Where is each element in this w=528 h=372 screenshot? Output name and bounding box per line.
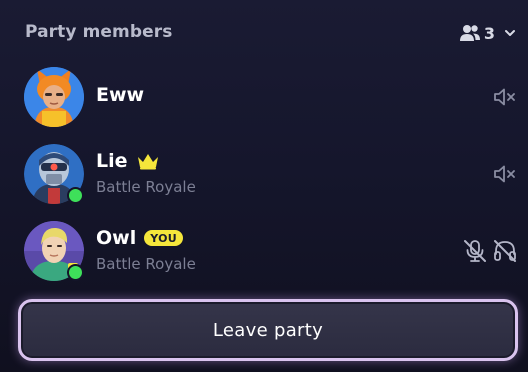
party-title: Party members bbox=[25, 22, 173, 42]
member-actions bbox=[462, 239, 518, 263]
member-name-row: Owl YOU bbox=[96, 227, 183, 249]
speaker-muted-icon[interactable] bbox=[492, 162, 518, 186]
leave-party-button[interactable]: Leave party bbox=[18, 299, 518, 361]
member-actions bbox=[492, 85, 518, 109]
speaker-muted-icon[interactable] bbox=[492, 85, 518, 109]
member-name: Eww bbox=[96, 84, 145, 106]
party-member-row[interactable]: Eww bbox=[24, 67, 520, 129]
chevron-down-icon bbox=[505, 30, 515, 36]
party-member-row[interactable]: Lie Battle Royale bbox=[24, 144, 520, 206]
headphones-off-icon[interactable] bbox=[492, 239, 518, 263]
member-game-mode: Battle Royale bbox=[96, 255, 196, 273]
online-status-dot bbox=[67, 264, 84, 281]
member-game-mode: Battle Royale bbox=[96, 178, 196, 196]
crown-icon bbox=[137, 154, 158, 170]
avatar-image bbox=[24, 67, 84, 127]
party-header: Party members 3 bbox=[25, 20, 515, 46]
member-name: Lie bbox=[96, 150, 128, 172]
party-member-row[interactable]: Owl YOU Battle Royale bbox=[24, 221, 520, 283]
online-status-dot bbox=[67, 187, 84, 204]
member-name: Owl bbox=[96, 227, 137, 249]
avatar bbox=[24, 67, 84, 127]
party-members-panel: Party members 3 Eww Lie Battle Royale Ow… bbox=[0, 0, 528, 372]
people-icon bbox=[459, 25, 480, 41]
member-name-row: Eww bbox=[96, 84, 144, 106]
member-count-dropdown[interactable]: 3 bbox=[459, 20, 515, 46]
you-badge: YOU bbox=[144, 230, 183, 246]
member-actions bbox=[492, 162, 518, 186]
member-count: 3 bbox=[483, 23, 495, 43]
member-name-row: Lie bbox=[96, 150, 160, 172]
microphone-off-icon[interactable] bbox=[462, 239, 488, 263]
